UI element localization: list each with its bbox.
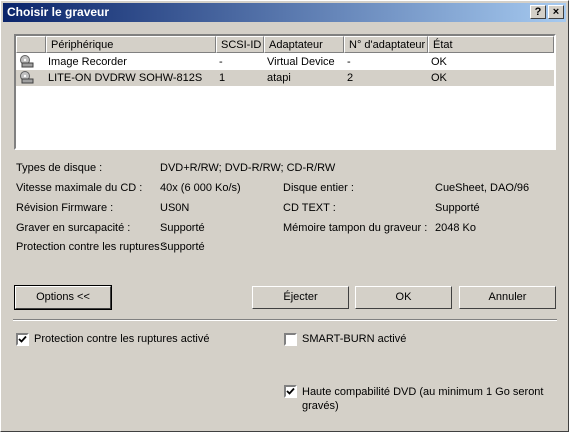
cell-state: OK [431,72,447,84]
separator [13,319,557,321]
checkmark-icon [18,335,27,343]
cell-adapter-number: - [347,56,351,68]
cell-scsi-id: - [219,56,223,68]
dvd-compat-checkbox[interactable] [284,385,297,398]
eject-button[interactable]: Éjecter [252,286,349,309]
cd-text-value: Supporté [435,202,480,214]
overburn-label: Graver en surcapacité : [16,222,131,234]
full-disc-label: Disque entier : [283,182,354,194]
smart-burn-checkbox[interactable] [284,333,297,346]
full-disc-value: CueSheet, DAO/96 [435,182,530,194]
dvd-compat-label[interactable]: Haute compabilité DVD (au minimum 1 Go s… [302,385,557,413]
cancel-button[interactable]: Annuler [459,286,556,309]
header-state[interactable]: État [428,36,554,53]
ok-button[interactable]: OK [355,286,452,309]
close-button[interactable]: × [548,5,564,19]
underrun-value: Supporté [160,241,205,253]
cell-state: OK [431,56,447,68]
cell-adapter-number: 2 [347,72,354,84]
max-speed-value: 40x (6 000 Ko/s) [160,182,241,194]
header-adapter-number[interactable]: N° d'adaptateur [344,36,428,53]
cell-scsi-id: 1 [219,72,226,84]
header-device[interactable]: Périphérique [46,36,216,53]
underrun-protection-checkbox[interactable] [16,333,29,346]
underrun-protection-label[interactable]: Protection contre les ruptures activé [34,333,209,345]
device-list[interactable]: Périphérique SCSI-ID Adaptateur N° d'ada… [14,34,556,150]
window-title: Choisir le graveur [7,5,110,19]
buffer-value: 2048 Ko [435,222,476,234]
cell-device: Image Recorder [48,56,127,68]
disc-types-label: Types de disque : [16,162,103,174]
header-icon-column[interactable] [16,36,46,53]
cell-device: LITE-ON DVDRW SOHW-812S [48,72,203,84]
cell-adapter: Virtual Device [267,56,335,68]
burner-select-dialog: Choisir le graveur ? × Périphérique SCSI… [0,0,569,432]
cd-text-label: CD TEXT : [283,202,336,214]
help-button[interactable]: ? [530,5,546,19]
table-row[interactable]: Image Recorder - Virtual Device - OK [16,54,554,70]
header-adapter[interactable]: Adaptateur [264,36,344,53]
buffer-label: Mémoire tampon du graveur : [283,222,428,234]
underrun-label: Protection contre les ruptures : [16,241,166,253]
header-scsi-id[interactable]: SCSI-ID [216,36,264,53]
options-button[interactable]: Options << [14,285,112,310]
overburn-value: Supporté [160,222,205,234]
drive-icon [20,55,34,68]
disc-types-value: DVD+R/RW; DVD-R/RW; CD-R/RW [160,162,336,174]
max-speed-label: Vitesse maximale du CD : [16,182,143,194]
smart-burn-label[interactable]: SMART-BURN activé [302,333,406,345]
firmware-label: Révision Firmware : [16,202,114,214]
title-bar[interactable]: Choisir le graveur ? × [3,3,566,22]
firmware-value: US0N [160,202,190,214]
table-row[interactable]: LITE-ON DVDRW SOHW-812S 1 atapi 2 OK [16,70,554,86]
checkmark-icon [286,387,295,395]
cell-adapter: atapi [267,72,291,84]
drive-icon [20,71,34,84]
